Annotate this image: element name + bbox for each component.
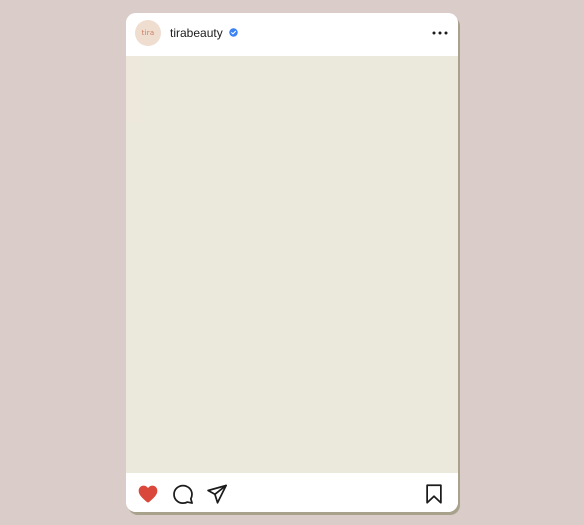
comment-bubble-icon[interactable]: [172, 483, 194, 505]
post-image[interactable]: [126, 56, 458, 473]
paper-plane-icon[interactable]: [206, 483, 228, 505]
bookmark-icon[interactable]: [423, 483, 445, 505]
instagram-post-card: tira tirabeauty: [126, 13, 458, 512]
username[interactable]: tirabeauty: [170, 26, 223, 40]
verified-badge-icon: [229, 28, 238, 37]
post-header: tira tirabeauty: [126, 13, 458, 56]
post-actions-bar: [126, 473, 458, 512]
avatar[interactable]: tira: [135, 20, 161, 46]
more-options-icon[interactable]: [431, 25, 449, 41]
heart-filled-icon[interactable]: [137, 483, 159, 505]
tira-logo-icon: tira: [141, 29, 155, 37]
image-tint: [126, 56, 142, 122]
